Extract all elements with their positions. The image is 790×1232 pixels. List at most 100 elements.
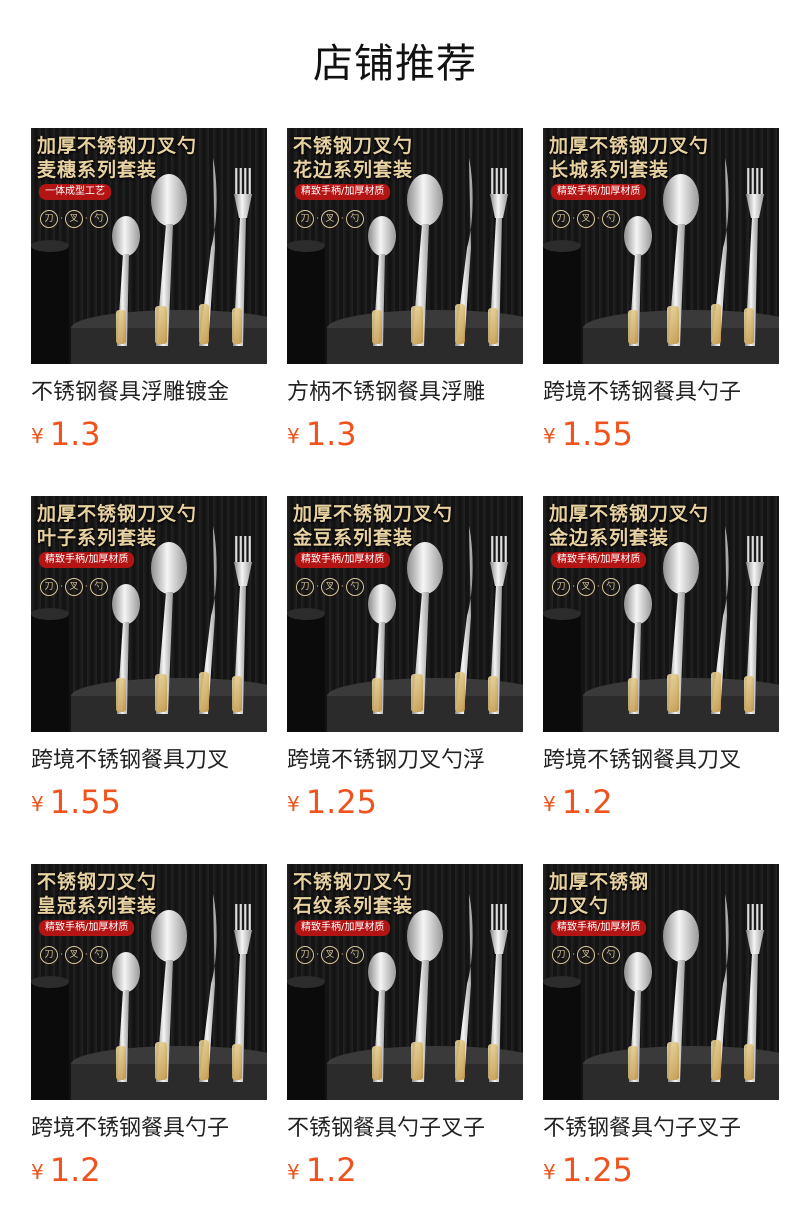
badge-separator: · [596, 950, 600, 960]
product-name[interactable]: 跨境不锈钢餐具刀叉 [543, 746, 779, 776]
badge-separator: · [596, 582, 600, 592]
product-image[interactable]: 不锈钢刀叉勺 石纹系列套装 精致手柄/加厚材质 刀 · 叉 · 勺 [287, 864, 523, 1100]
badge-separator: · [60, 950, 63, 960]
product-price: ¥1.3 [31, 414, 267, 454]
product-name[interactable]: 不锈钢餐具勺子叉子 [543, 1114, 779, 1144]
product-name[interactable]: 跨境不锈钢餐具勺子 [543, 378, 779, 408]
price-amount: 1.55 [561, 415, 633, 453]
badge-separator: · [572, 214, 575, 224]
badge-icon: 刀 [552, 946, 570, 964]
price-amount: 1.55 [49, 783, 121, 821]
image-headline: 加厚不锈钢刀叉勺 麦穗系列套装 [37, 135, 198, 181]
badge-icon: 叉 [320, 210, 339, 228]
image-badges: 刀 · 叉 · 勺 [552, 578, 620, 596]
product-image[interactable]: 加厚不锈钢刀叉勺 长城系列套装 精致手柄/加厚材质 刀 · 叉 · 勺 [543, 128, 779, 364]
badge-icon: 刀 [296, 578, 314, 596]
badge-separator: · [316, 214, 319, 224]
price-amount: 1.25 [561, 1151, 633, 1189]
image-badges: 刀 · 叉 · 勺 [552, 210, 620, 228]
price-amount: 1.3 [49, 415, 101, 453]
price-amount: 1.2 [305, 1151, 357, 1189]
product-price: ¥1.55 [543, 414, 779, 454]
product-image[interactable]: 不锈钢刀叉勺 皇冠系列套装 精致手柄/加厚材质 刀 · 叉 · 勺 [31, 864, 267, 1100]
product-card-1[interactable]: 加厚不锈钢刀叉勺 麦穗系列套装 一体成型工艺 刀 · 叉 · 勺 不锈钢餐具浮雕镀金 ¥… [31, 128, 267, 468]
product-image[interactable]: 不锈钢刀叉勺 花边系列套装 精致手柄/加厚材质 刀 · 叉 · 勺 [287, 128, 523, 364]
currency-symbol: ¥ [287, 1160, 300, 1184]
image-headline: 不锈钢刀叉勺 皇冠系列套装 [37, 871, 158, 917]
badge-icon: 勺 [601, 210, 620, 228]
badge-separator: · [340, 950, 344, 960]
image-badges: 刀 · 叉 · 勺 [296, 946, 364, 964]
product-card-9[interactable]: 加厚不锈钢 刀叉勺 精致手柄/加厚材质 刀 · 叉 · 勺 不锈钢餐具勺子叉子 ¥1.2… [543, 864, 779, 1204]
image-headline: 加厚不锈钢刀叉勺 长城系列套装 [549, 135, 710, 181]
badge-icon: 勺 [601, 946, 620, 964]
badge-icon: 勺 [345, 578, 364, 596]
image-badges: 刀 · 叉 · 勺 [552, 946, 620, 964]
product-price: ¥1.55 [31, 782, 267, 822]
badge-separator: · [572, 950, 575, 960]
badge-icon: 刀 [296, 210, 314, 228]
badge-separator: · [316, 582, 319, 592]
badge-icon: 勺 [601, 578, 620, 596]
badge-icon: 叉 [64, 578, 83, 596]
product-card-3[interactable]: 加厚不锈钢刀叉勺 长城系列套装 精致手柄/加厚材质 刀 · 叉 · 勺 跨境不锈钢餐具勺… [543, 128, 779, 468]
product-price: ¥1.2 [287, 1150, 523, 1190]
image-headline: 加厚不锈钢刀叉勺 金豆系列套装 [293, 503, 454, 549]
image-tagline: 精致手柄/加厚材质 [295, 920, 391, 936]
price-amount: 1.2 [49, 1151, 101, 1189]
product-image[interactable]: 加厚不锈钢刀叉勺 麦穗系列套装 一体成型工艺 刀 · 叉 · 勺 [31, 128, 267, 364]
badge-separator: · [316, 950, 319, 960]
currency-symbol: ¥ [287, 792, 300, 816]
product-name[interactable]: 不锈钢餐具勺子叉子 [287, 1114, 523, 1144]
product-card-7[interactable]: 不锈钢刀叉勺 皇冠系列套装 精致手柄/加厚材质 刀 · 叉 · 勺 跨境不锈钢餐具勺子 … [31, 864, 267, 1204]
badge-icon: 勺 [345, 210, 364, 228]
product-card-2[interactable]: 不锈钢刀叉勺 花边系列套装 精致手柄/加厚材质 刀 · 叉 · 勺 方柄不锈钢餐具浮雕 … [287, 128, 523, 468]
product-price: ¥1.25 [287, 782, 523, 822]
image-tagline: 精致手柄/加厚材质 [551, 920, 647, 936]
product-price: ¥1.3 [287, 414, 523, 454]
badge-icon: 叉 [320, 946, 339, 964]
product-image[interactable]: 加厚不锈钢刀叉勺 金边系列套装 精致手柄/加厚材质 刀 · 叉 · 勺 [543, 496, 779, 732]
product-name[interactable]: 不锈钢餐具浮雕镀金 [31, 378, 267, 408]
badge-icon: 刀 [40, 946, 58, 964]
currency-symbol: ¥ [31, 1160, 44, 1184]
badge-separator: · [84, 582, 88, 592]
product-card-8[interactable]: 不锈钢刀叉勺 石纹系列套装 精致手柄/加厚材质 刀 · 叉 · 勺 不锈钢餐具勺子叉子 … [287, 864, 523, 1204]
product-card-4[interactable]: 加厚不锈钢刀叉勺 叶子系列套装 精致手柄/加厚材质 刀 · 叉 · 勺 跨境不锈钢餐具刀… [31, 496, 267, 836]
badge-icon: 刀 [40, 210, 58, 228]
badge-separator: · [84, 950, 88, 960]
currency-symbol: ¥ [543, 1160, 556, 1184]
price-amount: 1.25 [305, 783, 377, 821]
product-image[interactable]: 加厚不锈钢刀叉勺 叶子系列套装 精致手柄/加厚材质 刀 · 叉 · 勺 [31, 496, 267, 732]
product-price: ¥1.2 [31, 1150, 267, 1190]
product-name[interactable]: 跨境不锈钢餐具勺子 [31, 1114, 267, 1144]
image-badges: 刀 · 叉 · 勺 [40, 946, 108, 964]
badge-icon: 勺 [345, 946, 364, 964]
image-badges: 刀 · 叉 · 勺 [40, 210, 108, 228]
image-headline: 不锈钢刀叉勺 石纹系列套装 [293, 871, 414, 917]
product-name[interactable]: 跨境不锈钢餐具刀叉 [31, 746, 267, 776]
badge-separator: · [60, 582, 63, 592]
price-amount: 1.2 [561, 783, 613, 821]
product-name[interactable]: 跨境不锈钢刀叉勺浮 [287, 746, 523, 776]
image-tagline: 精致手柄/加厚材质 [295, 184, 391, 200]
product-card-6[interactable]: 加厚不锈钢刀叉勺 金边系列套装 精致手柄/加厚材质 刀 · 叉 · 勺 跨境不锈钢餐具刀… [543, 496, 779, 836]
badge-separator: · [572, 582, 575, 592]
badge-icon: 勺 [89, 578, 108, 596]
product-price: ¥1.25 [543, 1150, 779, 1190]
product-image[interactable]: 加厚不锈钢 刀叉勺 精致手柄/加厚材质 刀 · 叉 · 勺 [543, 864, 779, 1100]
currency-symbol: ¥ [543, 792, 556, 816]
product-image[interactable]: 加厚不锈钢刀叉勺 金豆系列套装 精致手柄/加厚材质 刀 · 叉 · 勺 [287, 496, 523, 732]
badge-icon: 刀 [40, 578, 58, 596]
badge-icon: 刀 [552, 578, 570, 596]
image-tagline: 精致手柄/加厚材质 [551, 552, 647, 568]
image-headline: 加厚不锈钢 刀叉勺 [549, 871, 650, 917]
product-card-5[interactable]: 加厚不锈钢刀叉勺 金豆系列套装 精致手柄/加厚材质 刀 · 叉 · 勺 跨境不锈钢刀叉勺… [287, 496, 523, 836]
badge-icon: 勺 [89, 210, 108, 228]
currency-symbol: ¥ [31, 792, 44, 816]
image-tagline: 精致手柄/加厚材质 [39, 920, 135, 936]
badge-icon: 刀 [552, 210, 570, 228]
product-name[interactable]: 方柄不锈钢餐具浮雕 [287, 378, 523, 408]
badge-separator: · [340, 214, 344, 224]
currency-symbol: ¥ [31, 424, 44, 448]
